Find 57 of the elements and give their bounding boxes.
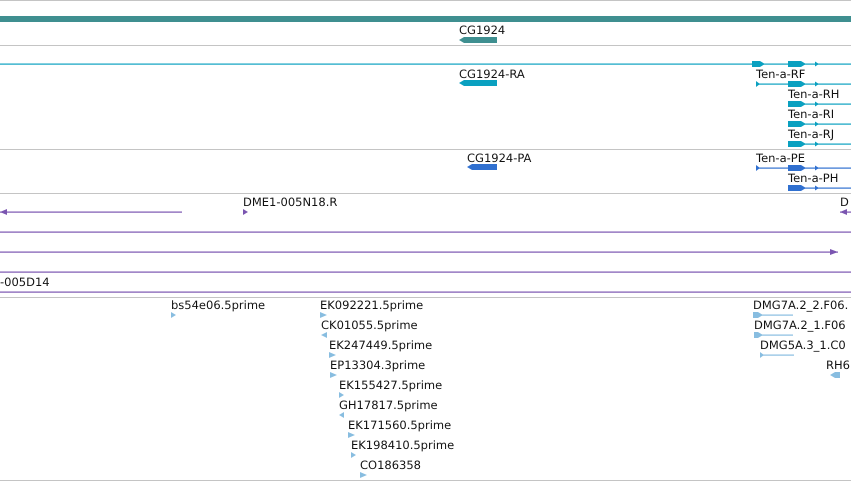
feature-label: Ten-a-RI — [788, 107, 834, 121]
feature-label: Ten-a-RF — [756, 67, 806, 81]
feature-label: DME1-005N18.R — [243, 195, 338, 209]
feature-label: CK01055.5prime — [321, 318, 418, 332]
feature-label: Ten-a-PH — [788, 171, 838, 185]
protein-feature-glyph[interactable] — [756, 165, 851, 171]
transcript-feature-glyph[interactable] — [788, 121, 851, 127]
feature-label: Ten-a-RJ — [788, 127, 834, 141]
feature-label: EK198410.5prime — [351, 438, 454, 452]
est-feature-glyph[interactable] — [339, 412, 344, 418]
feature-label: CG1924-RA — [459, 67, 525, 81]
feature-label: bs54e06.5prime — [171, 298, 266, 312]
feature-label: EK171560.5prime — [348, 418, 452, 432]
transcript-feature-glyph[interactable] — [0, 61, 851, 67]
est-feature-glyph[interactable] — [754, 332, 793, 338]
feature-label: CG1924 — [459, 23, 506, 37]
protein-feature-glyph[interactable] — [788, 185, 851, 191]
clone-feature-glyph[interactable] — [0, 209, 182, 215]
feature-label: EK247449.5prime — [329, 338, 432, 352]
transcript-feature-glyph[interactable] — [788, 141, 851, 147]
est-feature-glyph[interactable] — [320, 312, 327, 318]
est-feature-glyph[interactable] — [321, 332, 327, 338]
est-feature-glyph[interactable] — [171, 312, 176, 318]
feature-label: DMG7A.2_1.F06 — [754, 318, 846, 332]
est-feature-glyph[interactable] — [330, 372, 337, 378]
clone-feature-glyph[interactable] — [0, 289, 851, 295]
feature-label: EP13304.3prime — [330, 358, 426, 372]
est-feature-glyph[interactable] — [360, 472, 367, 478]
est-feature-glyph[interactable] — [339, 392, 344, 398]
feature-label: DMG7A.2_2.F06. — [753, 298, 848, 312]
feature-label: Ten-a-RH — [788, 87, 840, 101]
clone-feature-glyph[interactable] — [243, 209, 248, 215]
feature-label: CG1924-PA — [467, 151, 532, 165]
protein-feature-glyph[interactable] — [467, 164, 497, 170]
clone-feature-glyph[interactable] — [0, 249, 838, 255]
est-feature-glyph[interactable] — [351, 452, 356, 458]
est-feature-glyph[interactable] — [753, 312, 793, 318]
clone-feature-glyph[interactable] — [840, 209, 851, 215]
feature-label: DMG5A.3_1.C0 — [760, 338, 846, 352]
transcript-feature-glyph[interactable] — [788, 101, 851, 107]
feature-label: GH17817.5prime — [339, 398, 438, 412]
feature-label: EK155427.5prime — [339, 378, 442, 392]
feature-label: D — [840, 195, 849, 209]
gene-feature-glyph[interactable] — [459, 37, 497, 43]
feature-label: -005D14 — [0, 275, 50, 289]
est-feature-glyph[interactable] — [348, 432, 355, 438]
est-feature-glyph[interactable] — [830, 372, 840, 378]
clone-feature-glyph[interactable] — [0, 229, 851, 235]
clone-feature-glyph[interactable] — [0, 269, 851, 275]
feature-label: RH6 — [826, 358, 850, 372]
feature-label: Ten-a-PE — [756, 151, 805, 165]
transcript-feature-glyph[interactable] — [459, 80, 497, 86]
feature-label: CO186358 — [360, 458, 421, 472]
transcript-feature-glyph[interactable] — [756, 81, 851, 87]
feature-label: EK092221.5prime — [320, 298, 424, 312]
est-feature-glyph[interactable] — [329, 352, 336, 358]
est-feature-glyph[interactable] — [760, 352, 794, 358]
